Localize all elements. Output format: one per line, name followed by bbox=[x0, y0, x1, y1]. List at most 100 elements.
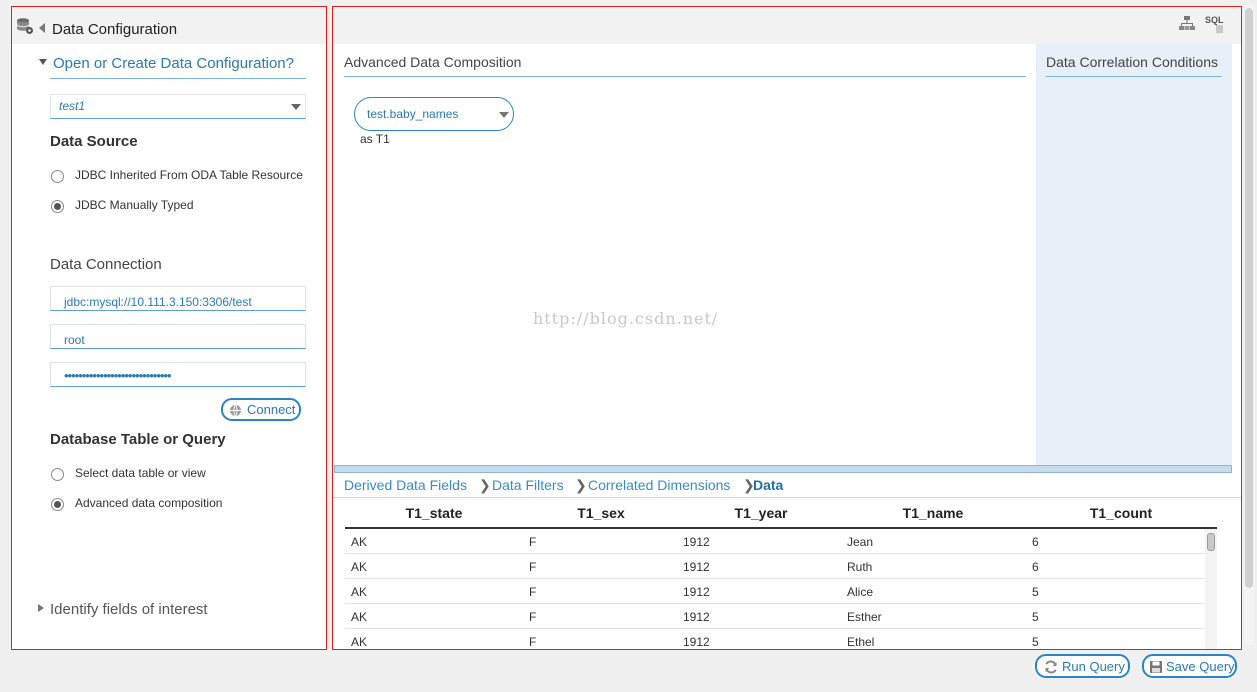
hierarchy-icon[interactable] bbox=[1179, 15, 1195, 33]
table-row[interactable]: AK F 1912 Ethel 5 bbox=[345, 629, 1217, 649]
radio-label-jdbc-inherited: JDBC Inherited From ODA Table Resource bbox=[75, 168, 303, 182]
chip-dropdown-icon[interactable] bbox=[499, 112, 509, 118]
cell-sex: F bbox=[529, 585, 537, 599]
data-configuration-panel: Data Configuration Open or Create Data C… bbox=[11, 6, 327, 650]
breadcrumb-divider bbox=[333, 497, 1241, 498]
table-or-query-heading: Database Table or Query bbox=[50, 431, 226, 448]
cell-count: 6 bbox=[1032, 535, 1039, 549]
column-header[interactable]: T1_count bbox=[1023, 505, 1219, 521]
cell-state: AK bbox=[351, 560, 368, 574]
page-scrollbar-thumb[interactable] bbox=[1245, 8, 1253, 588]
pane-splitter[interactable] bbox=[334, 465, 1232, 473]
cell-name: Ruth bbox=[847, 560, 873, 574]
expand-right-icon[interactable] bbox=[38, 604, 44, 612]
breadcrumb: Derived Data Fields ❯ Data Filters ❯ Cor… bbox=[344, 476, 1224, 498]
radio-jdbc-inherited[interactable] bbox=[51, 170, 64, 183]
table-chip-label: test.baby_names bbox=[367, 107, 459, 121]
cell-count: 5 bbox=[1032, 635, 1039, 649]
cell-sex: F bbox=[529, 610, 537, 624]
table-row[interactable]: AK F 1912 Esther 5 bbox=[345, 604, 1217, 629]
table-row[interactable]: AK F 1912 Ruth 6 bbox=[345, 554, 1217, 579]
correlation-title: Data Correlation Conditions bbox=[1046, 54, 1218, 70]
data-connection-heading: Data Connection bbox=[50, 256, 162, 273]
cell-year: 1912 bbox=[683, 560, 710, 574]
cell-sex: F bbox=[529, 535, 537, 549]
identify-fields-section[interactable]: Identify fields of interest bbox=[50, 601, 208, 618]
column-header[interactable]: T1_year bbox=[679, 505, 843, 521]
sql-button[interactable]: SQL bbox=[1205, 15, 1227, 35]
crumb-correlated-dimensions[interactable]: Correlated Dimensions bbox=[588, 477, 730, 493]
cell-name: Jean bbox=[847, 535, 874, 549]
cell-state: AK bbox=[351, 585, 368, 599]
crumb-derived-fields[interactable]: Derived Data Fields bbox=[344, 477, 467, 493]
correlation-header: Data Correlation Conditions bbox=[1046, 44, 1222, 77]
composition-panel: SQL Advanced Data Composition test.baby_… bbox=[332, 6, 1242, 650]
cell-count: 5 bbox=[1032, 585, 1039, 599]
config-select[interactable]: test1 bbox=[50, 94, 306, 119]
cell-count: 6 bbox=[1032, 560, 1039, 574]
run-query-button[interactable]: Run Query bbox=[1035, 654, 1130, 678]
left-panel-header: Data Configuration bbox=[12, 7, 326, 44]
crumb-data-filters[interactable]: Data Filters bbox=[492, 477, 564, 493]
grid-scrollbar-thumb[interactable] bbox=[1207, 533, 1215, 551]
cell-state: AK bbox=[351, 535, 368, 549]
column-header[interactable]: T1_sex bbox=[523, 505, 679, 521]
run-query-label: Run Query bbox=[1062, 659, 1125, 674]
data-grid: T1_state T1_sex T1_year T1_name T1_count… bbox=[345, 499, 1217, 649]
composition-header: Advanced Data Composition bbox=[344, 44, 1026, 77]
jdbc-url-input[interactable]: jdbc:mysql://10.111.3.150:3306/test bbox=[50, 286, 306, 311]
chevron-right-icon: ❯ bbox=[575, 477, 587, 493]
radio-select-table[interactable] bbox=[51, 468, 64, 481]
save-query-label: Save Query bbox=[1166, 659, 1235, 674]
table-row[interactable]: AK F 1912 Jean 6 bbox=[345, 529, 1217, 554]
globe-icon bbox=[230, 404, 241, 417]
cell-year: 1912 bbox=[683, 610, 710, 624]
column-header[interactable]: T1_name bbox=[843, 505, 1023, 521]
cell-year: 1912 bbox=[683, 635, 710, 649]
save-disk-icon bbox=[1150, 661, 1162, 673]
table-row[interactable]: AK F 1912 Alice 5 bbox=[345, 579, 1217, 604]
radio-label-select-table: Select data table or view bbox=[75, 466, 206, 480]
cell-state: AK bbox=[351, 635, 368, 649]
database-settings-icon[interactable] bbox=[16, 17, 34, 35]
cell-state: AK bbox=[351, 610, 368, 624]
watermark: http://blog.csdn.net/ bbox=[533, 309, 719, 328]
collapse-panel-icon[interactable] bbox=[39, 23, 45, 33]
cell-count: 5 bbox=[1032, 610, 1039, 624]
data-source-heading: Data Source bbox=[50, 133, 138, 150]
composition-title: Advanced Data Composition bbox=[344, 54, 522, 70]
sql-doc-icon bbox=[1216, 25, 1223, 33]
save-query-button[interactable]: Save Query bbox=[1142, 654, 1237, 678]
password-input[interactable]: •••••••••••••••••••••••••••••• bbox=[50, 362, 306, 387]
chevron-right-icon: ❯ bbox=[479, 477, 491, 493]
column-header[interactable]: T1_state bbox=[345, 505, 523, 521]
sql-label: SQL bbox=[1205, 15, 1224, 25]
main-toolbar: SQL bbox=[333, 7, 1241, 44]
cell-name: Alice bbox=[847, 585, 874, 599]
config-select-value: test1 bbox=[59, 99, 86, 113]
open-create-config-link[interactable]: Open or Create Data Configuration? bbox=[53, 55, 294, 72]
crumb-data[interactable]: Data bbox=[753, 477, 783, 493]
panel-title: Data Configuration bbox=[52, 21, 178, 38]
connect-button[interactable]: Connect bbox=[221, 398, 301, 421]
table-alias: as T1 bbox=[360, 132, 390, 146]
cell-sex: F bbox=[529, 560, 537, 574]
cell-name: Ethel bbox=[847, 635, 875, 649]
correlation-conditions-area: Data Correlation Conditions bbox=[1036, 44, 1232, 466]
table-chip-select[interactable]: test.baby_names bbox=[354, 97, 514, 131]
cell-year: 1912 bbox=[683, 585, 710, 599]
connect-label: Connect bbox=[247, 402, 296, 417]
username-input[interactable]: root bbox=[50, 324, 306, 349]
cell-sex: F bbox=[529, 635, 537, 649]
grid-scrollbar[interactable] bbox=[1205, 529, 1217, 649]
radio-advanced-composition[interactable] bbox=[51, 498, 64, 511]
expand-down-icon[interactable] bbox=[39, 59, 47, 65]
cell-year: 1912 bbox=[683, 535, 710, 549]
open-create-section: Open or Create Data Configuration? bbox=[50, 52, 306, 79]
composition-area: Advanced Data Composition test.baby_name… bbox=[333, 44, 1036, 466]
radio-label-jdbc-manual: JDBC Manually Typed bbox=[75, 198, 194, 212]
radio-jdbc-manual[interactable] bbox=[51, 200, 64, 213]
dropdown-arrow-icon[interactable] bbox=[291, 104, 301, 110]
refresh-icon bbox=[1045, 660, 1057, 674]
radio-label-advanced-composition: Advanced data composition bbox=[75, 496, 223, 510]
